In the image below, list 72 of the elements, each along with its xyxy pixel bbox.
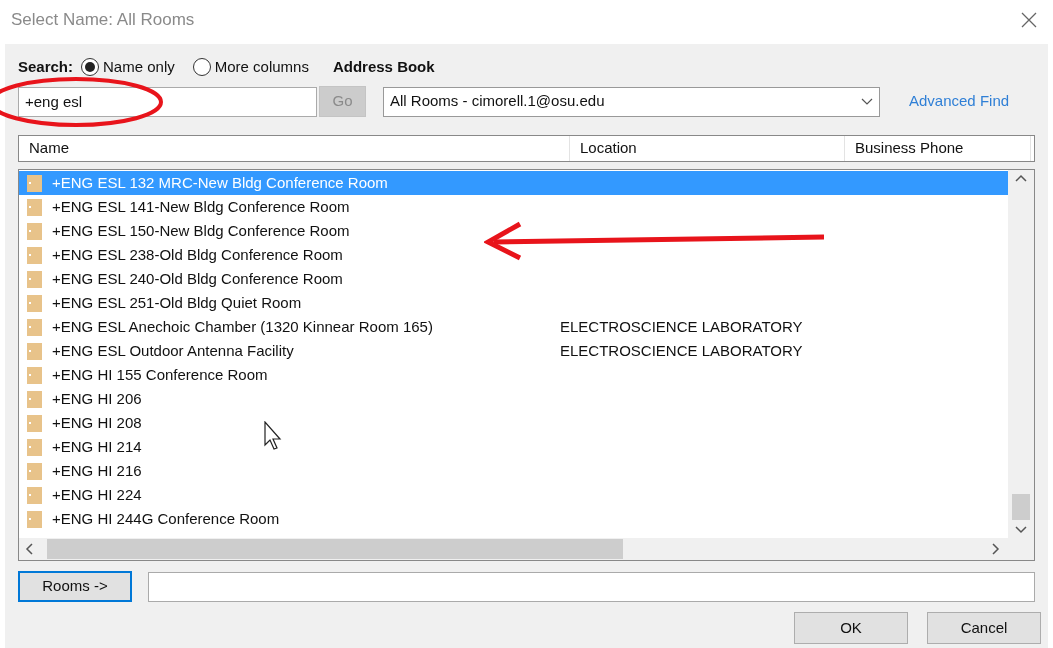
scroll-up-icon [1015,174,1027,182]
table-cell-text: +ENG ESL 132 MRC-New Bldg Conference Room [52,172,388,193]
table-cell-text: +ENG ESL Outdoor Antenna Facility [52,340,294,361]
column-header[interactable]: Business Phone [845,136,1031,161]
close-icon[interactable] [1019,10,1039,30]
room-icon [27,366,42,384]
table-row[interactable]: +ENG HI 155 Conference Room [19,363,1008,387]
mouse-pointer-icon [264,421,284,451]
room-icon [27,462,42,480]
room-icon [27,390,42,408]
vertical-scrollbar[interactable] [1008,170,1034,538]
room-icon [27,318,42,336]
window-title: Select Name: All Rooms [11,9,195,32]
table-row[interactable]: +ENG HI 214 [19,435,1008,459]
table-cell-text: +ENG HI 206 [52,388,142,409]
table-row[interactable]: +ENG HI 224 [19,483,1008,507]
table-cell-text: +ENG ESL 240-Old Bldg Conference Room [52,268,343,289]
chevron-down-icon [861,97,873,106]
table-cell-text: +ENG ESL 141-New Bldg Conference Room [52,196,350,217]
table-cell-text: +ENG HI 224 [52,484,142,505]
room-icon [27,246,42,264]
address-book-label: Address Book [332,56,435,77]
search-field[interactable]: +eng esl [18,86,317,117]
room-icon [27,198,42,216]
table-cell-text: +ENG ESL 238-Old Bldg Conference Room [52,244,343,265]
room-icon [27,222,42,240]
radio-option[interactable]: More columns [192,55,309,79]
table-cell-text: +ENG HI 214 [52,436,142,457]
scrollbar-thumb[interactable] [47,539,623,559]
scroll-right-icon [992,543,1000,555]
scroll-down-icon [1015,526,1027,534]
table-row[interactable]: +ENG ESL 240-Old Bldg Conference Room [19,267,1008,291]
table-row[interactable]: +ENG ESL 141-New Bldg Conference Room [19,195,1008,219]
radio-option[interactable]: Name only [81,55,175,79]
table-cell-text: ELECTROSCIENCE LABORATORY [560,316,803,337]
table-cell-text: +ENG ESL 251-Old Bldg Quiet Room [52,292,302,313]
dialog-button[interactable]: Cancel [927,612,1041,644]
column-header[interactable]: Location [570,136,845,161]
room-icon [27,270,42,288]
scrollbar-thumb[interactable] [1012,494,1030,520]
horizontal-scrollbar[interactable] [19,538,1034,560]
room-icon [27,510,42,528]
table-cell-text: +ENG ESL Anechoic Chamber (1320 Kinnear Room 165) [52,316,433,337]
table-row[interactable]: +ENG HI 206 [19,387,1008,411]
room-icon [27,438,42,456]
table-cell-text: +ENG HI 216 [52,460,142,481]
recipient-field[interactable] [148,571,1035,602]
room-icon [27,342,42,360]
table-row[interactable]: +ENG ESL 238-Old Bldg Conference Room [19,243,1008,267]
table-cell-text: +ENG HI 208 [52,412,142,433]
table-row[interactable]: +ENG ESL Outdoor Antenna Facility ELECTROSCIENCE LABORATORY [19,339,1008,363]
table-row[interactable]: +ENG ESL 150-New Bldg Conference Room [19,219,1008,243]
table-cell-text: ELECTROSCIENCE LABORATORY [560,340,803,361]
table-row[interactable]: +ENG HI 244G Conference Room [19,507,1008,531]
table-cell-text: +ENG HI 244G Conference Room [52,508,280,529]
scroll-left-icon [25,543,33,555]
rooms-button[interactable]: Rooms -> [18,571,132,602]
column-header[interactable]: Name [19,136,570,161]
room-icon [27,486,42,504]
room-icon [27,294,42,312]
table-row[interactable]: +ENG HI 208 [19,411,1008,435]
dialog-button[interactable]: OK [794,612,908,644]
table-row[interactable]: +ENG ESL 251-Old Bldg Quiet Room [19,291,1008,315]
search-label: Search: [18,56,74,77]
table-row[interactable]: +ENG ESL Anechoic Chamber (1320 Kinnear Room 165) ELECTROSCIENCE LABORATORY [19,315,1008,339]
address-book-dropdown[interactable]: All Rooms - cimorell.1@osu.edu [383,86,880,117]
room-icon [27,414,42,432]
table-cell-text: +ENG ESL 150-New Bldg Conference Room [52,220,350,241]
table-row[interactable]: +ENG HI 216 [19,459,1008,483]
table-cell-text: +ENG HI 155 Conference Room [52,364,268,385]
room-icon [27,174,42,192]
advanced-find-link[interactable]: Advanced Find [909,90,1010,113]
